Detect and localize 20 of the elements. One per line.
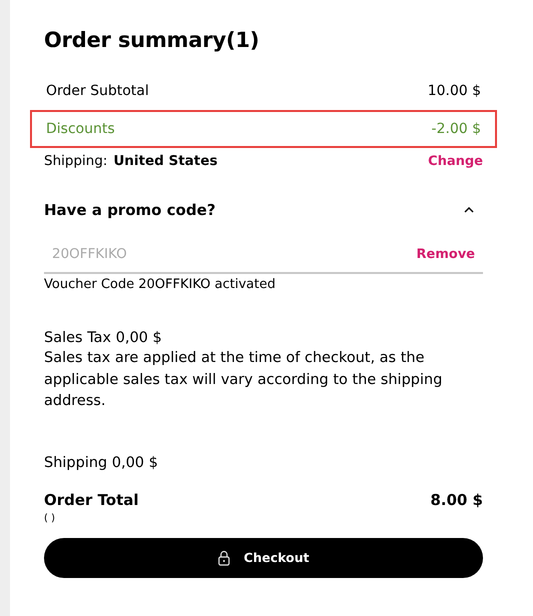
total-label: Order Total	[44, 490, 139, 508]
row-label: Order Subtotal	[46, 83, 149, 99]
row-value: -2.00 $	[431, 121, 481, 137]
lock-icon	[218, 550, 230, 566]
total-note: ( )	[44, 512, 56, 524]
promo-code-field[interactable]: 20OFFKIKO Remove	[44, 236, 483, 274]
checkout-button[interactable]: Checkout	[44, 538, 483, 578]
voucher-message: Voucher Code 20OFFKIKO activated	[44, 277, 276, 292]
summary-title: Order summary(1)	[44, 28, 260, 52]
sales-tax-note: Sales tax are applied at the time of checkout, as the applicable sales tax will vary according to the shipping address.	[44, 349, 444, 411]
remove-link[interactable]: Remove	[416, 246, 475, 262]
total-value: 8.00 $	[430, 490, 483, 508]
promo-heading: Have a promo code?	[44, 201, 216, 219]
row-value: 10.00 $	[428, 83, 481, 99]
collapse-caret-icon[interactable]	[463, 206, 475, 214]
change-link[interactable]: Change	[428, 154, 483, 168]
sales-tax: Sales Tax 0,00 $	[44, 330, 163, 346]
row-label: Discounts	[46, 121, 115, 137]
shipping-cost: Shipping 0,00 $	[44, 454, 159, 470]
shipping-destination: Shipping: United States	[44, 153, 218, 169]
